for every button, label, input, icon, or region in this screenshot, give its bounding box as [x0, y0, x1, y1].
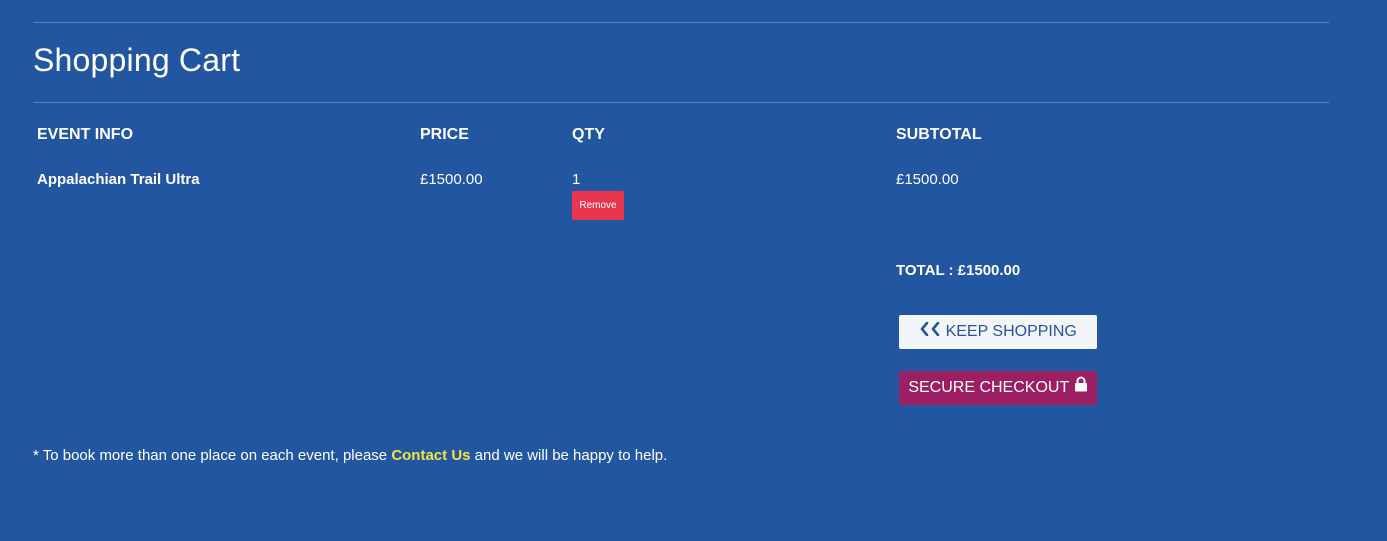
secure-checkout-button[interactable]: SECURE CHECKOUT — [899, 371, 1097, 405]
column-header-event-info: EVENT INFO — [37, 126, 134, 143]
double-chevron-left-icon — [919, 315, 941, 349]
top-divider — [33, 22, 1329, 23]
keep-shopping-label: KEEP SHOPPING — [945, 323, 1077, 340]
keep-shopping-button[interactable]: KEEP SHOPPING — [899, 315, 1097, 349]
shopping-cart-page: Shopping Cart EVENT INFO PRICE QTY SUBTO… — [0, 0, 1387, 541]
event-price: £1500.00 — [420, 171, 483, 188]
event-subtotal: £1500.00 — [896, 171, 959, 188]
column-header-subtotal: SUBTOTAL — [896, 126, 982, 143]
cart-total: TOTAL : £1500.00 — [896, 262, 1021, 279]
column-header-price: PRICE — [420, 126, 469, 143]
remove-button[interactable]: Remove — [572, 191, 624, 220]
booking-note-text-after: and we will be happy to help. — [470, 447, 668, 464]
page-title: Shopping Cart — [33, 42, 241, 78]
contact-us-link[interactable]: Contact Us — [391, 447, 470, 464]
event-name: Appalachian Trail Ultra — [37, 171, 200, 188]
lock-icon — [1074, 371, 1088, 405]
title-divider — [33, 102, 1329, 103]
booking-note: * To book more than one place on each ev… — [33, 447, 667, 465]
secure-checkout-label: SECURE CHECKOUT — [908, 379, 1070, 396]
column-header-qty: QTY — [572, 126, 605, 143]
event-qty: 1 — [572, 171, 581, 188]
booking-note-text-before: * To book more than one place on each ev… — [33, 447, 392, 464]
